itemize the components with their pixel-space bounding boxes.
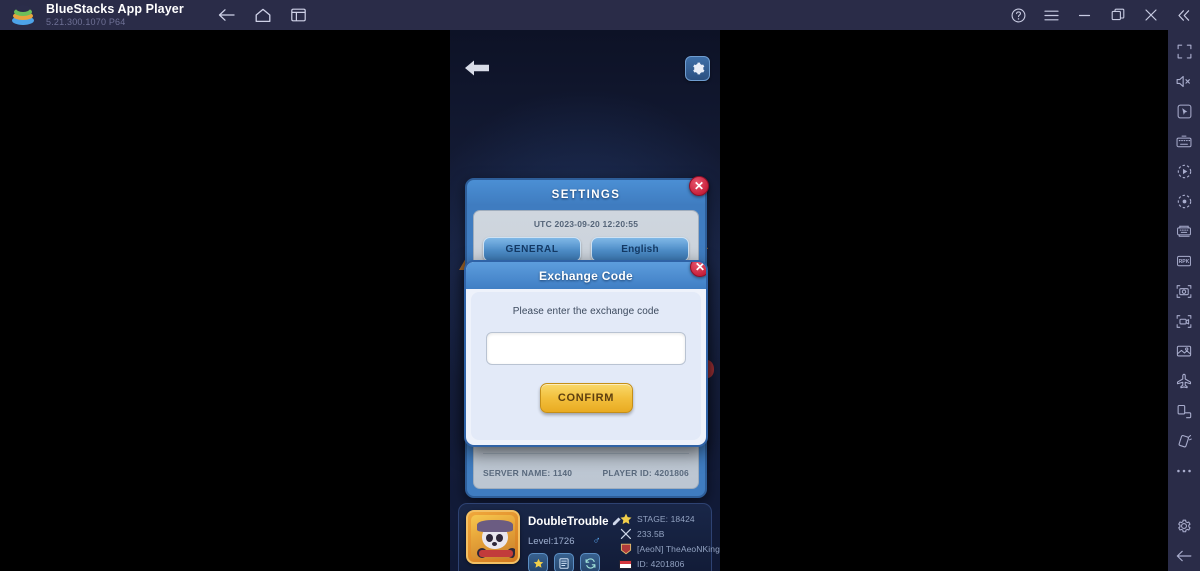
nav-button-group: [212, 2, 314, 28]
home-button[interactable]: [248, 2, 278, 28]
switch-account-button[interactable]: [580, 553, 600, 571]
bluestacks-sidebar: RPK: [1168, 30, 1200, 571]
rpk-install-icon[interactable]: RPK: [1168, 246, 1200, 276]
utc-timestamp: UTC 2023-09-20 12:20:55: [533, 219, 639, 229]
settings-close-button[interactable]: ✕: [689, 176, 709, 196]
close-button[interactable]: [1134, 0, 1167, 30]
menu-button[interactable]: [1035, 0, 1068, 30]
more-options-icon[interactable]: [1168, 456, 1200, 486]
records-button[interactable]: [554, 553, 574, 571]
settings-language-button[interactable]: English: [591, 237, 689, 262]
screenshot-icon[interactable]: [1168, 276, 1200, 306]
game-viewport[interactable]: SETTINGS ✕ UTC 2023-09-20 12:20:55 GENER…: [450, 30, 720, 571]
power-icon: [619, 528, 632, 541]
title-bar: BlueStacks App Player 5.21.300.1070 P64: [0, 0, 1200, 30]
player-action-buttons: [528, 553, 612, 571]
player-stats-block: STAGE: 18424 233.5B [AeoN] TheAeoNKings …: [612, 510, 720, 569]
app-title-block: BlueStacks App Player 5.21.300.1070 P64: [46, 1, 184, 28]
multi-instance-sync-icon[interactable]: [1168, 216, 1200, 246]
macro-record-icon[interactable]: [1168, 186, 1200, 216]
stat-id-text: ID: 4201806: [637, 559, 685, 569]
stat-power-text: 233.5B: [637, 529, 665, 539]
player-gender-icon: ♂: [592, 535, 601, 547]
rotate-icon[interactable]: [1168, 396, 1200, 426]
minimize-button[interactable]: [1068, 0, 1101, 30]
player-id-label: PLAYER ID: 4201806: [602, 468, 689, 478]
stat-row-power: 233.5B: [619, 527, 720, 541]
player-identity-block: DoubleTrouble Level:1726 ♂: [520, 510, 621, 571]
bluestacks-logo-icon: [12, 4, 34, 26]
exchange-dialog-header: Exchange Code: [466, 262, 706, 289]
stat-row-id: ID: 4201806: [619, 557, 720, 571]
settings-divider: [483, 453, 689, 454]
window-controls: [1002, 0, 1200, 30]
player-level-row: Level:1726 ♂: [528, 535, 612, 547]
game-back-button[interactable]: [460, 55, 494, 81]
back-arrow-icon[interactable]: [1168, 541, 1200, 571]
svg-text:RPK: RPK: [1179, 259, 1190, 265]
back-button[interactable]: [212, 2, 242, 28]
player-level: Level:1726: [528, 535, 575, 547]
exchange-code-input[interactable]: [486, 332, 686, 365]
player-avatar[interactable]: [466, 510, 520, 564]
settings-option-row-1: GENERAL English: [474, 229, 698, 262]
settings-general-button[interactable]: GENERAL: [483, 237, 581, 262]
video-record-icon[interactable]: [1168, 306, 1200, 336]
stat-guild-text: [AeoN] TheAeoNKings: [637, 544, 720, 554]
stat-stage-text: STAGE: 18424: [637, 514, 695, 524]
collapse-sidebar-button[interactable]: [1167, 0, 1200, 30]
exchange-dialog-title: Exchange Code: [539, 268, 633, 283]
account-info-row: SERVER NAME: 1140 PLAYER ID: 4201806: [483, 468, 689, 478]
instances-button[interactable]: [284, 2, 314, 28]
player-name-row: DoubleTrouble: [528, 513, 621, 531]
maximize-button[interactable]: [1101, 0, 1134, 30]
cursor-icon[interactable]: [1168, 96, 1200, 126]
help-button[interactable]: [1002, 0, 1035, 30]
app-version: 5.21.300.1070 P64: [46, 16, 126, 27]
fullscreen-icon[interactable]: [1168, 36, 1200, 66]
media-manager-icon[interactable]: [1168, 336, 1200, 366]
player-name: DoubleTrouble: [528, 516, 609, 528]
exchange-dialog-body: Please enter the exchange code CONFIRM: [471, 292, 701, 440]
star-icon: [619, 513, 632, 526]
stat-row-guild: [AeoN] TheAeoNKings: [619, 542, 720, 556]
settings-panel-title: SETTINGS: [551, 189, 621, 201]
avatar-image: [471, 515, 515, 559]
guild-icon: [619, 543, 632, 556]
keyboard-controls-icon[interactable]: [1168, 126, 1200, 156]
settings-gear-icon[interactable]: [1168, 511, 1200, 541]
exchange-close-button[interactable]: ✕: [690, 262, 706, 277]
server-name-label: SERVER NAME: 1140: [483, 468, 573, 478]
exchange-code-dialog: Exchange Code ✕ Please enter the exchang…: [464, 260, 708, 447]
player-info-bar: DoubleTrouble Level:1726 ♂ STAGE: 18424 …: [458, 503, 720, 571]
shake-icon[interactable]: [1168, 426, 1200, 456]
exchange-prompt-text: Please enter the exchange code: [512, 306, 660, 317]
exchange-confirm-button[interactable]: CONFIRM: [539, 383, 633, 413]
stat-row-stage: STAGE: 18424: [619, 512, 720, 526]
game-settings-gear-icon[interactable]: [685, 56, 710, 81]
mute-icon[interactable]: [1168, 66, 1200, 96]
badge-button[interactable]: [528, 553, 548, 571]
eco-mode-icon[interactable]: [1168, 366, 1200, 396]
bluestacks-window: BlueStacks App Player 5.21.300.1070 P64: [0, 0, 1200, 571]
app-title: BlueStacks App Player: [46, 1, 184, 16]
flag-icon: [619, 558, 632, 571]
macro-play-icon[interactable]: [1168, 156, 1200, 186]
